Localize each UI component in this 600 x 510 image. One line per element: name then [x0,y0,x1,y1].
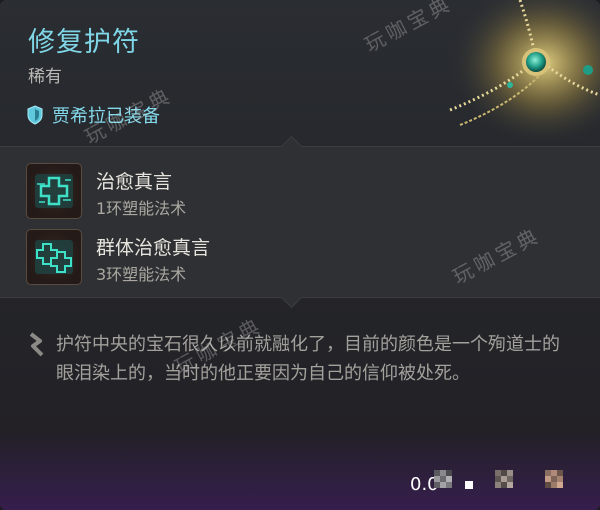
spell-name: 治愈真言 [96,171,173,193]
divider-notch [280,286,303,309]
equipped-status: 贾希拉已装备 [26,102,160,128]
currency-marker [465,481,473,489]
equipped-shield-icon [27,105,43,125]
item-title: 修复护符 [28,27,140,58]
pixelated-region [495,470,513,488]
item-rarity: 稀有 [28,67,62,87]
amulet-image [440,0,600,140]
equipped-label: 贾希拉已装备 [52,106,160,127]
item-tooltip: 修复护符 稀有 贾希拉已装备 治愈真言 1环塑能法术 群体治愈真言 3环塑能法术… [0,0,600,510]
pixelated-region [434,470,452,488]
item-description: 护符中央的宝石很久以前就融化了，目前的颜色是一个殉道士的眼泪染上的，当时的他正要… [56,334,560,384]
spell-name: 群体治愈真言 [96,237,211,259]
healing-word-icon [26,163,82,219]
pixelated-region [545,470,563,488]
spell-level: 3环塑能法术 [96,265,187,284]
divider-notch [280,135,303,158]
spell-item-healing-word[interactable]: 治愈真言 1环塑能法术 [26,163,586,221]
spell-list: 治愈真言 1环塑能法术 群体治愈真言 3环塑能法术 [0,135,600,309]
spell-level: 1环塑能法术 [96,199,187,218]
spell-item-mass-healing-word[interactable]: 群体治愈真言 3环塑能法术 [26,229,586,287]
lore-quote-icon [29,332,44,357]
mass-healing-word-icon [26,229,82,285]
